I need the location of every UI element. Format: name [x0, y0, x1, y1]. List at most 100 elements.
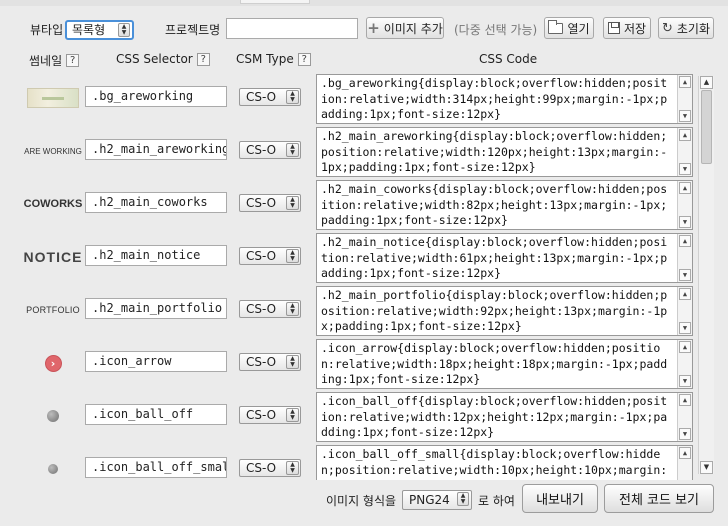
select-spinner-icon: ▲ ▼: [118, 23, 130, 37]
scroll-down-icon[interactable]: ▼: [679, 269, 691, 281]
toolbar: 뷰타입 목록형 ▲ ▼ 프로젝트명 + 이미지 추가 (다중 선택 가능) 열기 …: [0, 14, 728, 44]
css-selector-input[interactable]: .h2_main_coworks: [85, 192, 227, 213]
arrow-right-icon: ›: [44, 354, 62, 372]
css-selector-input[interactable]: .icon_ball_off: [85, 404, 227, 425]
reset-button[interactable]: ↻ 초기화: [658, 17, 714, 39]
csm-type-value: CS-O: [246, 143, 277, 157]
code-scrollbar[interactable]: ▲▼: [677, 287, 692, 335]
css-code-textarea[interactable]: .h2_main_coworks{display:block;overflow:…: [316, 180, 693, 230]
scroll-up-icon[interactable]: ▲: [679, 235, 691, 247]
css-selector-input[interactable]: .h2_main_portfolio: [85, 298, 227, 319]
select-spinner-icon: ▲ ▼: [286, 196, 299, 210]
css-code-textarea[interactable]: .icon_ball_off_small{display:block;overf…: [316, 445, 693, 480]
csm-type-select[interactable]: CS-O ▲ ▼: [239, 141, 301, 159]
csm-type-select[interactable]: CS-O ▲ ▼: [239, 406, 301, 424]
css-code-textarea[interactable]: .h2_main_portfolio{display:block;overflo…: [316, 286, 693, 336]
css-code-text: .icon_ball_off_small{display:block;overf…: [321, 447, 668, 480]
csm-type-value: CS-O: [246, 196, 277, 210]
scroll-down-icon[interactable]: ▼: [679, 216, 691, 228]
scroll-down-icon[interactable]: ▼: [679, 428, 691, 440]
scroll-up-icon[interactable]: ▲: [679, 288, 691, 300]
css-code-textarea[interactable]: .icon_arrow{display:block;overflow:hidde…: [316, 339, 693, 389]
css-selector-input[interactable]: .icon_arrow: [85, 351, 227, 372]
csm-type-select[interactable]: CS-O ▲ ▼: [239, 353, 301, 371]
thumbnail-image: COWORKS: [16, 189, 90, 219]
small-ball-icon: [48, 464, 58, 474]
csm-type-value: CS-O: [246, 249, 277, 263]
css-code-textarea[interactable]: .h2_main_notice{display:block;overflow:h…: [316, 233, 693, 283]
project-name-input[interactable]: [226, 18, 358, 39]
csm-type-select[interactable]: CS-O ▲ ▼: [239, 459, 301, 477]
add-image-label: 이미지 추가: [383, 21, 443, 36]
css-selector-input[interactable]: .h2_main_notice: [85, 245, 227, 266]
save-button[interactable]: 저장: [603, 17, 651, 39]
css-code-textarea[interactable]: .bg_areworking{display:block;overflow:hi…: [316, 74, 693, 124]
csm-type-value: CS-O: [246, 302, 277, 316]
thumbnail-image: [16, 454, 90, 480]
scroll-down-icon[interactable]: ▼: [679, 110, 691, 122]
thumbnail-image: ARE WORKING: [16, 136, 90, 166]
list-scrollbar[interactable]: ▲ ▼: [698, 76, 714, 474]
add-image-button[interactable]: + 이미지 추가: [366, 17, 444, 39]
save-icon: [607, 22, 620, 34]
csm-type-select[interactable]: CS-O ▲ ▼: [239, 300, 301, 318]
thumbnail-text: PORTFOLIO: [26, 305, 80, 315]
scroll-up-icon[interactable]: ▲: [679, 447, 691, 459]
csm-type-select[interactable]: CS-O ▲ ▼: [239, 88, 301, 106]
css-selector-input[interactable]: .h2_main_areworking: [85, 139, 227, 160]
scroll-up-icon[interactable]: ▲: [679, 129, 691, 141]
select-spinner-icon: ▲ ▼: [286, 461, 299, 475]
image-format-select[interactable]: PNG24 ▲ ▼: [402, 490, 472, 510]
code-scrollbar[interactable]: ▲▼: [677, 446, 692, 480]
code-scrollbar[interactable]: ▲▼: [677, 75, 692, 123]
view-type-value: 목록형: [72, 23, 106, 37]
list-item: PORTFOLIO .h2_main_portfolio CS-O ▲ ▼ .h2_…: [0, 284, 700, 337]
csm-type-select[interactable]: CS-O ▲ ▼: [239, 194, 301, 212]
export-button[interactable]: 내보내기: [522, 484, 598, 513]
image-format-value: PNG24: [409, 493, 450, 507]
code-scrollbar[interactable]: ▲▼: [677, 128, 692, 176]
help-icon[interactable]: ?: [66, 54, 80, 67]
css-selector-input[interactable]: .icon_ball_off_small: [85, 457, 227, 478]
code-scrollbar[interactable]: ▲▼: [677, 340, 692, 388]
scroll-up-icon[interactable]: ▲: [679, 182, 691, 194]
css-code-textarea[interactable]: .h2_main_areworking{display:block;overfl…: [316, 127, 693, 177]
map-thumbnail: [27, 88, 79, 108]
scroll-down-icon[interactable]: ▼: [679, 163, 691, 175]
open-button[interactable]: 열기: [544, 17, 594, 39]
scroll-down-icon[interactable]: ▼: [679, 375, 691, 387]
code-scrollbar[interactable]: ▲▼: [677, 181, 692, 229]
header-csm-type: CSM Type ?: [236, 52, 311, 66]
css-code-text: .h2_main_areworking{display:block;overfl…: [321, 129, 668, 175]
scroll-up-icon[interactable]: ▲: [679, 76, 691, 88]
scroll-down-icon[interactable]: ▼: [679, 322, 691, 334]
view-type-select[interactable]: 목록형 ▲ ▼: [65, 20, 134, 40]
css-code-textarea[interactable]: .icon_ball_off{display:block;overflow:hi…: [316, 392, 693, 442]
code-scrollbar[interactable]: ▲▼: [677, 234, 692, 282]
help-icon[interactable]: ?: [196, 52, 210, 66]
css-code-text: .bg_areworking{display:block;overflow:hi…: [321, 76, 668, 122]
help-icon[interactable]: ?: [297, 52, 311, 66]
thumbnail-image: [16, 83, 90, 113]
code-scrollbar[interactable]: ▲▼: [677, 393, 692, 441]
csm-type-select[interactable]: CS-O ▲ ▼: [239, 247, 301, 265]
scroll-up-icon[interactable]: ▲: [679, 394, 691, 406]
css-code-text: .icon_ball_off{display:block;overflow:hi…: [321, 394, 668, 440]
select-spinner-icon: ▲ ▼: [286, 355, 299, 369]
css-code-text: .icon_arrow{display:block;overflow:hidde…: [321, 341, 668, 387]
csm-type-value: CS-O: [246, 461, 277, 475]
scroll-up-icon[interactable]: ▲: [679, 341, 691, 353]
css-selector-input[interactable]: .bg_areworking: [85, 86, 227, 107]
scrollbar-thumb[interactable]: [701, 90, 712, 164]
multi-select-hint: (다중 선택 가능): [454, 23, 538, 37]
scroll-up-icon[interactable]: ▲: [700, 76, 713, 89]
scroll-down-icon[interactable]: ▼: [700, 461, 713, 474]
format-label: 이미지 형식을: [326, 494, 397, 508]
select-spinner-icon: ▲ ▼: [286, 90, 299, 104]
view-type-label: 뷰타입: [30, 23, 64, 37]
list-item: .icon_ball_off CS-O ▲ ▼ .icon_ball_off{dis…: [0, 390, 700, 443]
header-css-selector-label: CSS Selector: [116, 52, 193, 66]
view-all-code-button[interactable]: 전체 코드 보기: [604, 484, 714, 513]
select-spinner-icon: ▲ ▼: [286, 408, 299, 422]
reset-label: 초기화: [676, 21, 711, 36]
